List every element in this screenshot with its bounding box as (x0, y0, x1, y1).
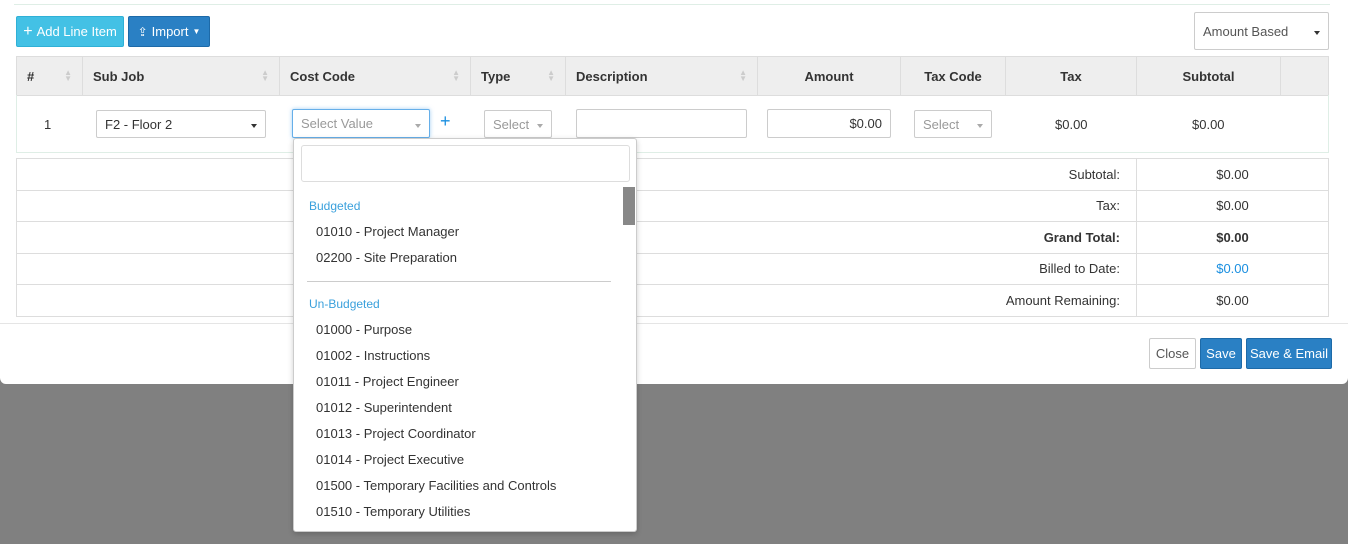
line-items-table: #▲▼ Sub Job▲▼ Cost Code▲▼ Type▲▼ Descrip… (16, 56, 1329, 96)
line-items-panel: +Add Line Item ⇪Import▼ Amount Based #▲▼… (0, 0, 1348, 384)
caret-down-icon: ▼ (192, 27, 200, 36)
option[interactable]: 01000 - Purpose (294, 317, 624, 343)
header-amount: Amount (758, 57, 901, 96)
totals-row-subtotal: Subtotal:$0.00 (17, 159, 1329, 191)
cost-code-select[interactable]: Select Value (292, 109, 430, 138)
divider (307, 281, 611, 282)
header-type[interactable]: Type▲▼ (471, 57, 566, 96)
option[interactable]: 01002 - Instructions (294, 343, 624, 369)
import-button[interactable]: ⇪Import▼ (128, 16, 210, 47)
header-subtotal: Subtotal (1137, 57, 1281, 96)
caret-down-icon (1314, 31, 1320, 35)
option[interactable]: 01012 - Superintendent (294, 395, 624, 421)
option[interactable]: 01010 - Project Manager (294, 219, 624, 245)
sort-icon: ▲▼ (452, 70, 460, 82)
sort-icon: ▲▼ (261, 70, 269, 82)
sort-icon: ▲▼ (64, 70, 72, 82)
option[interactable]: 01013 - Project Coordinator (294, 421, 624, 447)
type-select[interactable]: Select (484, 110, 552, 138)
upload-icon: ⇪ (138, 25, 148, 39)
group-un-budgeted: Un-Budgeted (294, 291, 624, 317)
amount-input[interactable]: $0.00 (767, 109, 891, 138)
caret-down-icon (537, 124, 543, 128)
header-actions (1281, 57, 1329, 96)
close-button[interactable]: Close (1149, 338, 1196, 369)
totals-row-amount-remaining: Amount Remaining:$0.00 (17, 285, 1329, 317)
plus-icon: + (23, 23, 32, 41)
save-email-button[interactable]: Save & Email (1246, 338, 1332, 369)
add-cost-code-icon[interactable]: + (440, 111, 451, 132)
billed-to-date-link[interactable]: $0.00 (1137, 253, 1329, 285)
option[interactable]: 01011 - Project Engineer (294, 369, 624, 395)
cost-code-search-input[interactable] (301, 145, 630, 182)
sub-job-select[interactable]: F2 - Floor 2 (96, 110, 266, 138)
caret-down-icon (251, 124, 257, 128)
caret-down-icon (977, 124, 983, 128)
totals-row-tax: Tax:$0.00 (17, 190, 1329, 222)
totals-table: Subtotal:$0.00 Tax:$0.00 Grand Total:$0.… (16, 158, 1329, 317)
scrollbar-thumb[interactable] (623, 187, 635, 225)
divider (14, 4, 1330, 5)
row-number: 1 (44, 117, 51, 132)
row-tax: $0.00 (1055, 117, 1088, 132)
option[interactable]: 02200 - Site Preparation (294, 245, 624, 271)
option[interactable]: 01510 - Temporary Utilities (294, 499, 624, 525)
totals-row-grand-total: Grand Total:$0.00 (17, 222, 1329, 254)
cost-code-dropdown: Budgeted 01010 - Project Manager 02200 -… (293, 138, 637, 532)
header-number[interactable]: #▲▼ (17, 57, 83, 96)
add-line-item-button[interactable]: +Add Line Item (16, 16, 124, 47)
header-tax: Tax (1006, 57, 1137, 96)
option[interactable]: 01500 - Temporary Facilities and Control… (294, 473, 624, 499)
header-sub-job[interactable]: Sub Job▲▼ (83, 57, 280, 96)
header-tax-code: Tax Code (901, 57, 1006, 96)
caret-down-icon (415, 124, 421, 128)
header-description[interactable]: Description▲▼ (566, 57, 758, 96)
amount-mode-select[interactable]: Amount Based (1194, 12, 1329, 50)
description-input[interactable] (576, 109, 747, 138)
save-button[interactable]: Save (1200, 338, 1242, 369)
option[interactable]: 01014 - Project Executive (294, 447, 624, 473)
sort-icon: ▲▼ (739, 70, 747, 82)
tax-code-select[interactable]: Select (914, 110, 992, 138)
group-budgeted: Budgeted (294, 193, 624, 219)
sort-icon: ▲▼ (547, 70, 555, 82)
cost-code-options: Budgeted 01010 - Project Manager 02200 -… (294, 187, 624, 525)
divider (0, 323, 1348, 324)
row-subtotal: $0.00 (1192, 117, 1225, 132)
header-cost-code[interactable]: Cost Code▲▼ (280, 57, 471, 96)
totals-row-billed-to-date: Billed to Date:$0.00 (17, 253, 1329, 285)
